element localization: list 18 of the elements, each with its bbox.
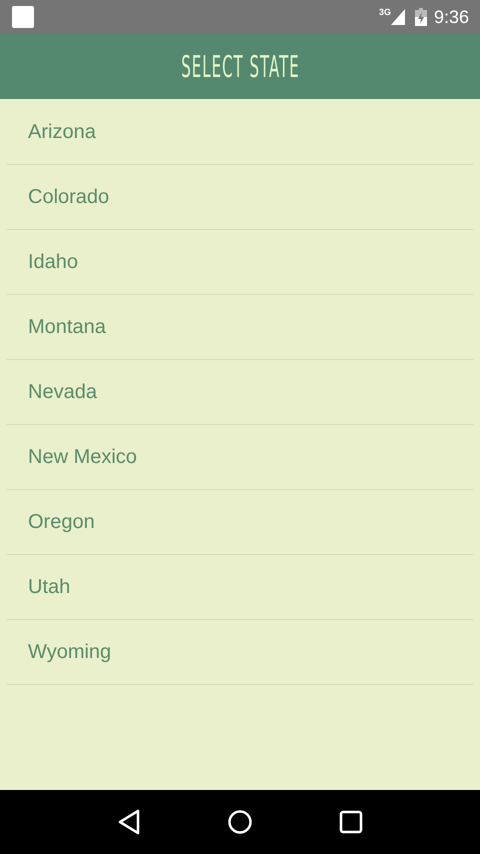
clock: 9:36 (434, 6, 469, 28)
state-list-item[interactable]: Oregon (7, 490, 473, 555)
state-list-item[interactable]: Wyoming (7, 620, 473, 685)
screen-title: SELECT STATE (180, 50, 300, 85)
battery-icon (414, 8, 427, 26)
network-type: 3G (378, 7, 391, 17)
state-list-item[interactable]: Arizona (7, 100, 473, 165)
back-icon[interactable] (117, 809, 141, 835)
state-list-item[interactable]: New Mexico (7, 425, 473, 490)
recent-apps-icon[interactable] (339, 810, 363, 834)
state-list-item[interactable]: Montana (7, 295, 473, 360)
state-list-item[interactable]: Colorado (7, 165, 473, 230)
home-icon[interactable] (227, 809, 253, 835)
state-list-item[interactable]: Nevada (7, 360, 473, 425)
state-list-item[interactable]: Idaho (7, 230, 473, 295)
signal-icon (390, 9, 405, 25)
state-list-item[interactable]: Utah (7, 555, 473, 620)
notification-icon (12, 6, 34, 28)
